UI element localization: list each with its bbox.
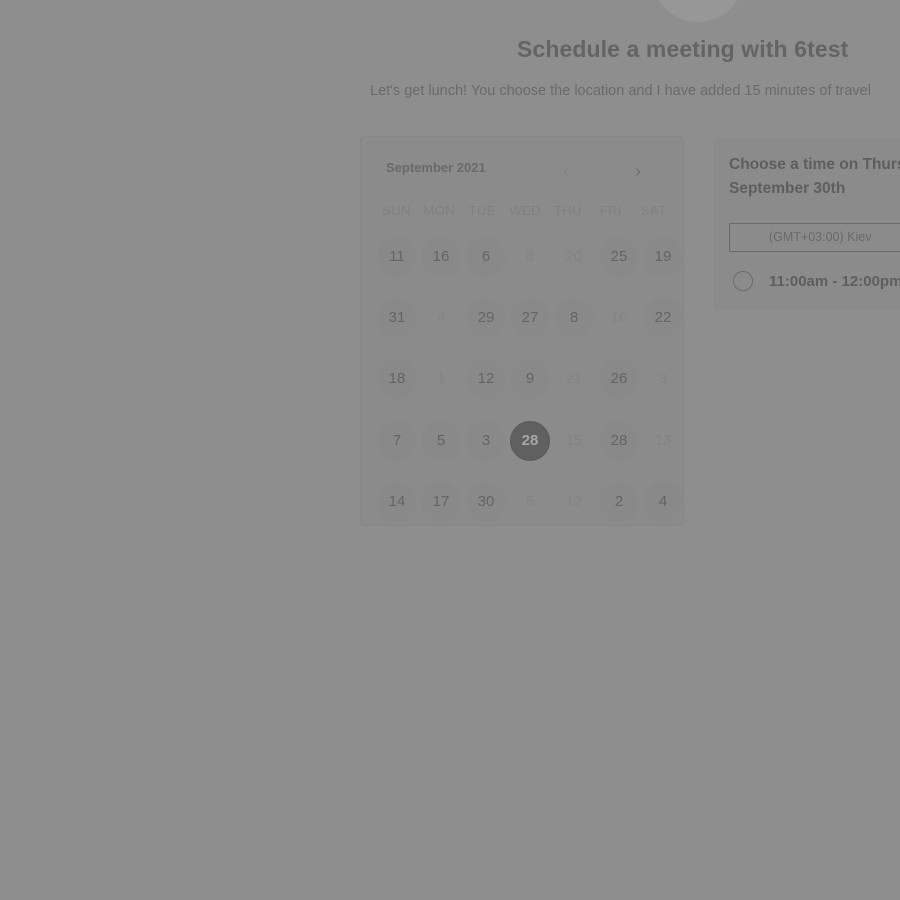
previous-month-button[interactable]: ‹ [555,159,577,183]
page-title: Schedule a meeting with 6test [517,36,849,62]
calendar-day: 12 [565,493,583,510]
time-panel-heading-line1: Choose a time on Thursday, [729,156,900,173]
calendar-day: 21 [565,370,583,387]
timezone-select[interactable]: (GMT+03:00) Kiev [729,223,900,252]
calendar-day: 4 [436,309,446,326]
chevron-right-icon: › [635,161,641,181]
weekday-label: SAT [640,203,667,218]
time-slot-panel: Choose a time on Thursday, September 30t… [714,140,900,308]
calendar-day[interactable]: 28 [599,421,639,461]
calendar-day: 13 [654,432,672,449]
meeting-description: Let's get lunch! You choose the location… [370,83,871,99]
weekday-label: FRI [599,203,622,218]
next-month-button[interactable]: › [627,159,649,183]
calendar-day[interactable]: 4 [643,482,683,522]
host-avatar [652,0,744,22]
radio-button-icon[interactable] [733,271,753,291]
weekday-label: MON [423,203,456,218]
chevron-left-icon: ‹ [563,161,569,181]
calendar-day[interactable]: 12 [466,359,506,399]
calendar-day-selected[interactable]: 28 [510,421,550,461]
calendar-day: 5 [525,493,535,510]
weekday-label: THU [553,203,582,218]
calendar-day[interactable]: 9 [510,359,550,399]
calendar-day: 20 [565,248,583,265]
calendar-day[interactable]: 7 [377,421,417,461]
weekday-header-row: SUN MON TUE WED THU FRI SAT [375,203,675,218]
time-slot-label: 11:00am - 12:00pm [769,272,900,290]
weekday-label: SUN [382,203,411,218]
weekday-label: TUE [468,203,496,218]
calendar-day[interactable]: 16 [421,237,461,277]
calendar-day: 8 [525,248,535,265]
calendar-day[interactable]: 26 [599,359,639,399]
calendar-day[interactable]: 2 [599,482,639,522]
calendar-day[interactable]: 6 [466,237,506,277]
calendar-day: 1 [436,370,446,387]
calendar-day[interactable]: 30 [466,482,506,522]
calendar-day[interactable]: 14 [377,482,417,522]
calendar-day[interactable]: 29 [466,298,506,338]
time-slot-option[interactable]: 11:00am - 12:00pm [733,271,900,291]
date-picker-calendar: September 2021 ‹ › SUN MON TUE WED THU F… [360,136,684,526]
calendar-month-label: September 2021 [386,160,486,175]
calendar-day[interactable]: 27 [510,298,550,338]
calendar-day[interactable]: 8 [554,298,594,338]
calendar-day[interactable]: 18 [377,359,417,399]
calendar-day[interactable]: 11 [377,237,417,277]
calendar-day[interactable]: 3 [466,421,506,461]
time-panel-heading: Choose a time on Thursday, September 30t… [729,153,900,201]
calendar-day[interactable]: 25 [599,237,639,277]
calendar-day[interactable]: 19 [643,237,683,277]
calendar-day[interactable]: 22 [643,298,683,338]
calendar-day[interactable]: 31 [377,298,417,338]
calendar-day[interactable]: 5 [421,421,461,461]
weekday-label: WED [509,203,541,218]
calendar-day[interactable]: 17 [421,482,461,522]
calendar-day: 10 [610,309,628,326]
calendar-day: 3 [658,370,668,387]
calendar-day: 15 [565,432,583,449]
scheduling-page: Schedule a meeting with 6test Let's get … [0,0,900,900]
time-panel-heading-line2: September 30th [729,180,846,197]
